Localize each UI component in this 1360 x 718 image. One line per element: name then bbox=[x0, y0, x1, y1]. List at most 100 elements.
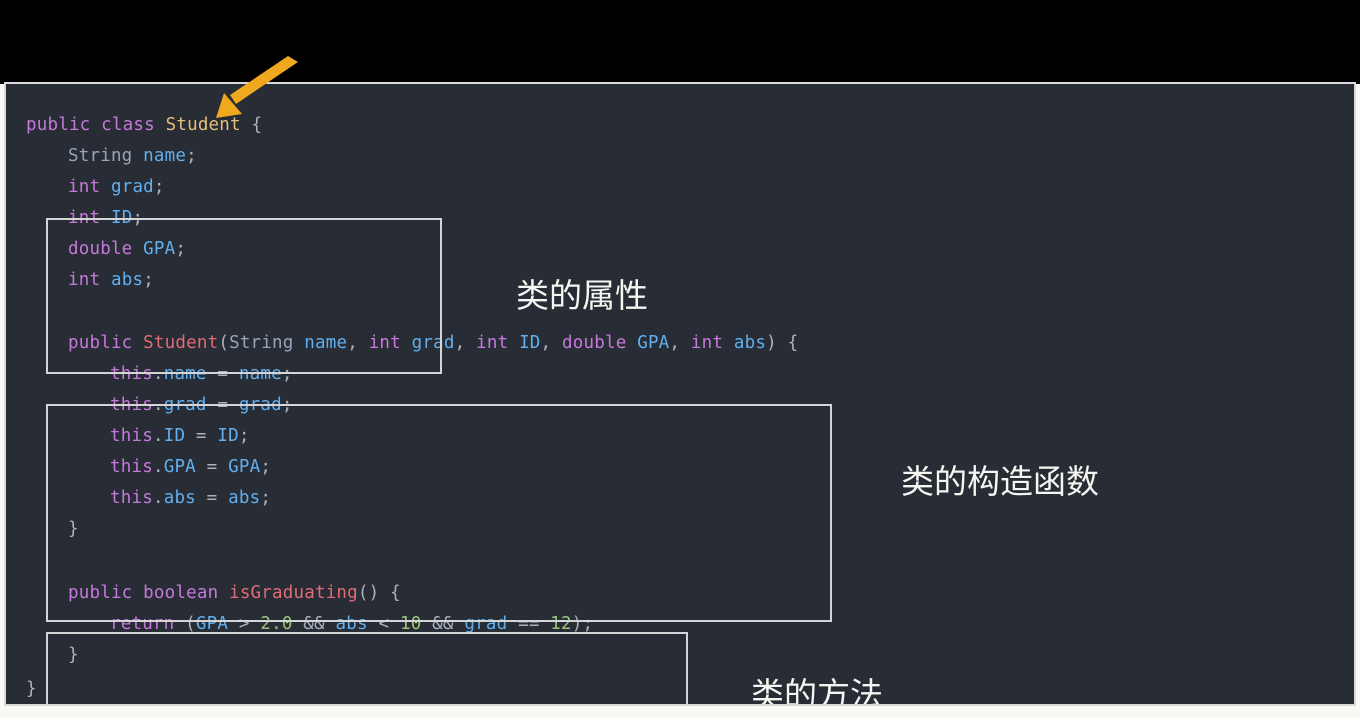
code-token: } bbox=[68, 645, 79, 665]
code-token: GPA bbox=[195, 614, 229, 634]
code-token: double bbox=[68, 239, 133, 259]
code-token: String bbox=[68, 146, 133, 166]
code-token: abs bbox=[110, 270, 144, 290]
code-token: ; bbox=[132, 208, 144, 228]
annotation-label: 类的方法 bbox=[751, 675, 883, 706]
code-token: ( bbox=[174, 614, 196, 634]
code-line[interactable]: } bbox=[68, 514, 79, 545]
code-token: this bbox=[110, 426, 153, 446]
code-token: abs bbox=[733, 333, 767, 353]
code-token: ; bbox=[281, 364, 293, 384]
code-line[interactable]: this.GPA = GPA; bbox=[110, 452, 271, 483]
code-token: grad bbox=[464, 614, 508, 634]
code-token: ID bbox=[217, 426, 239, 446]
code-line[interactable]: int ID; bbox=[68, 203, 143, 234]
code-token: ); bbox=[571, 614, 594, 634]
code-token: ; bbox=[281, 395, 293, 415]
code-token: abs bbox=[335, 614, 368, 634]
code-line[interactable]: this.ID = ID; bbox=[110, 421, 250, 452]
code-token: GPA bbox=[163, 457, 196, 477]
code-token: = bbox=[206, 364, 239, 384]
code-editor-panel: public class Student {String name; int gr… bbox=[4, 82, 1356, 706]
code-token: 12 bbox=[550, 614, 572, 634]
code-line[interactable]: int abs; bbox=[68, 265, 154, 296]
code-token: ID bbox=[163, 426, 186, 446]
code-token: GPA bbox=[143, 239, 176, 259]
code-token: int bbox=[68, 208, 101, 228]
code-line[interactable]: this.name = name; bbox=[110, 359, 293, 390]
code-token: && bbox=[292, 614, 336, 634]
code-token: public bbox=[68, 333, 133, 353]
code-token: ; bbox=[238, 426, 250, 446]
code-token: ) { bbox=[766, 333, 799, 353]
code-token: grad bbox=[411, 333, 455, 353]
code-line[interactable]: public class Student { bbox=[26, 110, 262, 141]
code-token: . bbox=[152, 395, 164, 415]
code-token: = bbox=[195, 457, 229, 477]
code-token: ; bbox=[175, 239, 187, 259]
code-token: this bbox=[110, 395, 153, 415]
code-token: . bbox=[152, 364, 164, 384]
code-token: () { bbox=[357, 583, 401, 603]
code-token: grad bbox=[238, 395, 282, 415]
code-token: name bbox=[143, 146, 187, 166]
code-token: name bbox=[304, 333, 348, 353]
code-token: = bbox=[185, 426, 218, 446]
code-token: } bbox=[68, 519, 79, 539]
code-token: grad bbox=[110, 177, 154, 197]
code-token: int bbox=[476, 333, 509, 353]
annotation-label: 类的属性 bbox=[516, 276, 648, 315]
code-token: GPA bbox=[228, 457, 261, 477]
code-token: , bbox=[540, 333, 563, 353]
code-token: < bbox=[367, 614, 400, 634]
code-token: abs bbox=[228, 488, 261, 508]
code-token: ; bbox=[260, 457, 272, 477]
code-token: GPA bbox=[637, 333, 670, 353]
code-token: this bbox=[110, 364, 153, 384]
code-line[interactable]: String name; bbox=[68, 141, 197, 172]
code-token: this bbox=[110, 457, 153, 477]
code-token: 2.0 bbox=[260, 614, 293, 634]
code-token: = bbox=[195, 488, 229, 508]
code-line[interactable]: public boolean isGraduating() { bbox=[68, 578, 401, 609]
code-token: int bbox=[68, 177, 101, 197]
code-token: int bbox=[690, 333, 724, 353]
code-token: ; bbox=[143, 270, 154, 290]
code-token: , bbox=[347, 333, 369, 353]
code-token: { bbox=[240, 115, 263, 135]
code-line[interactable]: this.abs = abs; bbox=[110, 483, 271, 514]
code-token: grad bbox=[163, 395, 207, 415]
code-line[interactable]: this.grad = grad; bbox=[110, 390, 293, 421]
code-token: public bbox=[26, 115, 91, 135]
code-line[interactable]: return (GPA > 2.0 && abs < 10 && grad ==… bbox=[110, 609, 593, 640]
code-token: ; bbox=[260, 488, 272, 508]
code-token: ID bbox=[110, 208, 133, 228]
code-token: double bbox=[562, 333, 627, 353]
code-line[interactable]: public Student(String name, int grad, in… bbox=[68, 328, 798, 359]
code-token: , bbox=[669, 333, 691, 353]
code-token: return bbox=[110, 614, 175, 634]
code-token: int bbox=[68, 270, 101, 290]
code-token: ID bbox=[519, 333, 541, 353]
code-token: ; bbox=[186, 146, 197, 166]
code-token: , bbox=[454, 333, 477, 353]
code-token: abs bbox=[163, 488, 196, 508]
code-line[interactable]: } bbox=[68, 640, 79, 671]
code-content: public class Student {String name; int gr… bbox=[6, 84, 1354, 704]
code-line[interactable]: int grad; bbox=[68, 172, 165, 203]
code-line[interactable]: } bbox=[26, 674, 37, 704]
code-token: class bbox=[101, 115, 155, 135]
code-line[interactable]: double GPA; bbox=[68, 234, 186, 265]
